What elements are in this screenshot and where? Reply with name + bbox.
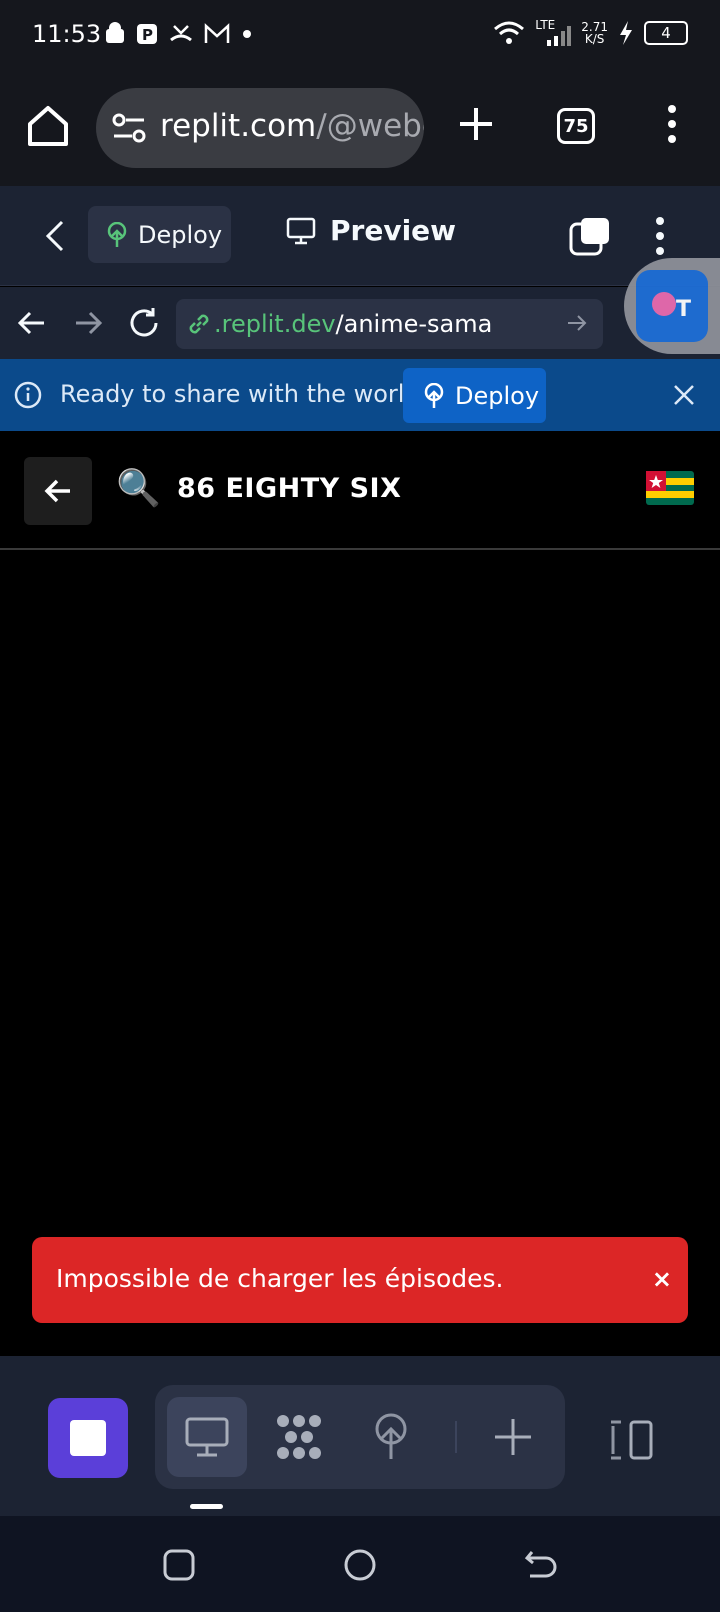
arrow-left-icon bbox=[44, 479, 70, 503]
preview-nav-bar: .replit.dev/anime-sama bbox=[0, 287, 720, 359]
preview-url-path: /anime-sama bbox=[335, 310, 493, 338]
charging-icon bbox=[620, 21, 632, 45]
more-notifications-dot-icon bbox=[243, 30, 251, 38]
preview-tool-button[interactable] bbox=[167, 1397, 247, 1477]
home-icon[interactable] bbox=[26, 104, 70, 148]
svg-text:P: P bbox=[142, 26, 153, 44]
site-settings-icon[interactable] bbox=[112, 112, 146, 144]
deploy-banner: Ready to share with the world? Deploy bbox=[0, 359, 720, 431]
deploy-tab-label: Deploy bbox=[138, 220, 223, 249]
search-emoji-icon: 🔍 bbox=[116, 468, 161, 509]
error-toast: Impossible de charger les épisodes. × bbox=[32, 1237, 688, 1323]
banner-deploy-button[interactable]: Deploy bbox=[403, 368, 546, 423]
tab-switcher-button[interactable]: 75 bbox=[557, 108, 595, 144]
browser-toolbar: replit.com/@webé 75 bbox=[0, 74, 720, 186]
new-tab-icon[interactable] bbox=[454, 102, 498, 146]
wifi-icon bbox=[494, 21, 525, 44]
overflow-menu-icon[interactable] bbox=[660, 102, 684, 146]
deploy-tool-button[interactable] bbox=[351, 1397, 431, 1477]
recents-icon[interactable] bbox=[162, 1548, 196, 1582]
tabs-overview-icon[interactable] bbox=[569, 216, 611, 256]
more-options-icon[interactable] bbox=[652, 214, 668, 258]
url-path: /@webé bbox=[316, 108, 424, 144]
net-speed-unit: K/S bbox=[584, 32, 605, 46]
active-tab-indicator bbox=[190, 1504, 223, 1509]
banner-message: Ready to share with the world? bbox=[60, 380, 433, 408]
app-header: 🔍 86 EIGHTY SIX bbox=[0, 431, 720, 550]
status-time: 11:53 bbox=[32, 20, 102, 48]
info-icon bbox=[14, 381, 42, 409]
preview-tab-label: Preview bbox=[330, 214, 457, 247]
status-bar: 11:53 P LTE 2.71 K/S 4 bbox=[0, 0, 720, 74]
android-icon bbox=[106, 22, 124, 43]
url-text: replit.com/@webé bbox=[160, 108, 424, 144]
preview-tab[interactable]: Preview bbox=[286, 214, 456, 247]
net-speed: 2.71 K/S bbox=[581, 21, 608, 45]
address-bar[interactable]: replit.com/@webé bbox=[96, 88, 424, 168]
add-tool-button[interactable] bbox=[473, 1397, 553, 1477]
preview-url-field[interactable]: .replit.dev/anime-sama bbox=[176, 299, 603, 349]
translate-glyph-icon: T bbox=[652, 292, 691, 322]
deploy-icon bbox=[107, 221, 127, 247]
togo-flag-icon[interactable] bbox=[646, 471, 694, 505]
anime-title: 86 EIGHTY SIX bbox=[177, 473, 402, 504]
battery-indicator: 4 bbox=[644, 21, 688, 45]
translate-icon[interactable]: T bbox=[636, 270, 708, 342]
layout-toggle-icon[interactable] bbox=[605, 1420, 655, 1460]
go-arrow-icon[interactable] bbox=[565, 311, 589, 335]
replit-header: Deploy Preview bbox=[0, 186, 720, 286]
preview-url-domain: .replit.dev bbox=[214, 310, 336, 338]
deploy-icon bbox=[375, 1413, 407, 1459]
system-navigation-bar bbox=[0, 1516, 720, 1612]
plus-icon bbox=[495, 1419, 531, 1455]
error-message: Impossible de charger les épisodes. bbox=[56, 1264, 504, 1293]
signal-bars-icon bbox=[547, 26, 572, 46]
banner-deploy-label: Deploy bbox=[455, 381, 540, 410]
back-button[interactable] bbox=[24, 457, 92, 525]
arrow-left-icon[interactable] bbox=[14, 305, 50, 341]
tool-group bbox=[155, 1385, 565, 1489]
tool-divider bbox=[455, 1421, 457, 1453]
deploy-tab-button[interactable]: Deploy bbox=[88, 206, 231, 263]
deploy-icon bbox=[424, 382, 444, 408]
status-right: LTE 2.71 K/S 4 bbox=[493, 18, 688, 48]
chevron-left-icon[interactable] bbox=[42, 218, 70, 254]
monitor-icon bbox=[286, 217, 316, 244]
cell-signal: LTE bbox=[535, 18, 572, 48]
url-host: replit.com bbox=[160, 108, 317, 144]
toast-close-button[interactable]: × bbox=[652, 1265, 672, 1293]
agent-tool-button[interactable] bbox=[259, 1397, 339, 1477]
app-p-icon: P bbox=[137, 24, 157, 44]
back-icon[interactable] bbox=[524, 1548, 558, 1582]
gmail-icon bbox=[204, 23, 230, 43]
agent-dots-icon bbox=[277, 1415, 321, 1459]
stop-icon bbox=[70, 1420, 106, 1456]
svg-text:T: T bbox=[676, 297, 691, 322]
link-icon bbox=[189, 314, 209, 334]
missed-call-icon bbox=[170, 25, 192, 42]
monitor-icon bbox=[185, 1417, 229, 1457]
floating-translate-bubble[interactable]: T bbox=[624, 258, 720, 354]
stop-button[interactable] bbox=[48, 1398, 128, 1478]
workspace-toolbar bbox=[0, 1356, 720, 1516]
close-icon[interactable] bbox=[672, 383, 696, 407]
home-circle-icon[interactable] bbox=[343, 1548, 377, 1582]
notification-icons: P bbox=[104, 22, 254, 46]
reload-icon[interactable] bbox=[126, 305, 162, 341]
arrow-right-icon[interactable] bbox=[70, 305, 106, 341]
